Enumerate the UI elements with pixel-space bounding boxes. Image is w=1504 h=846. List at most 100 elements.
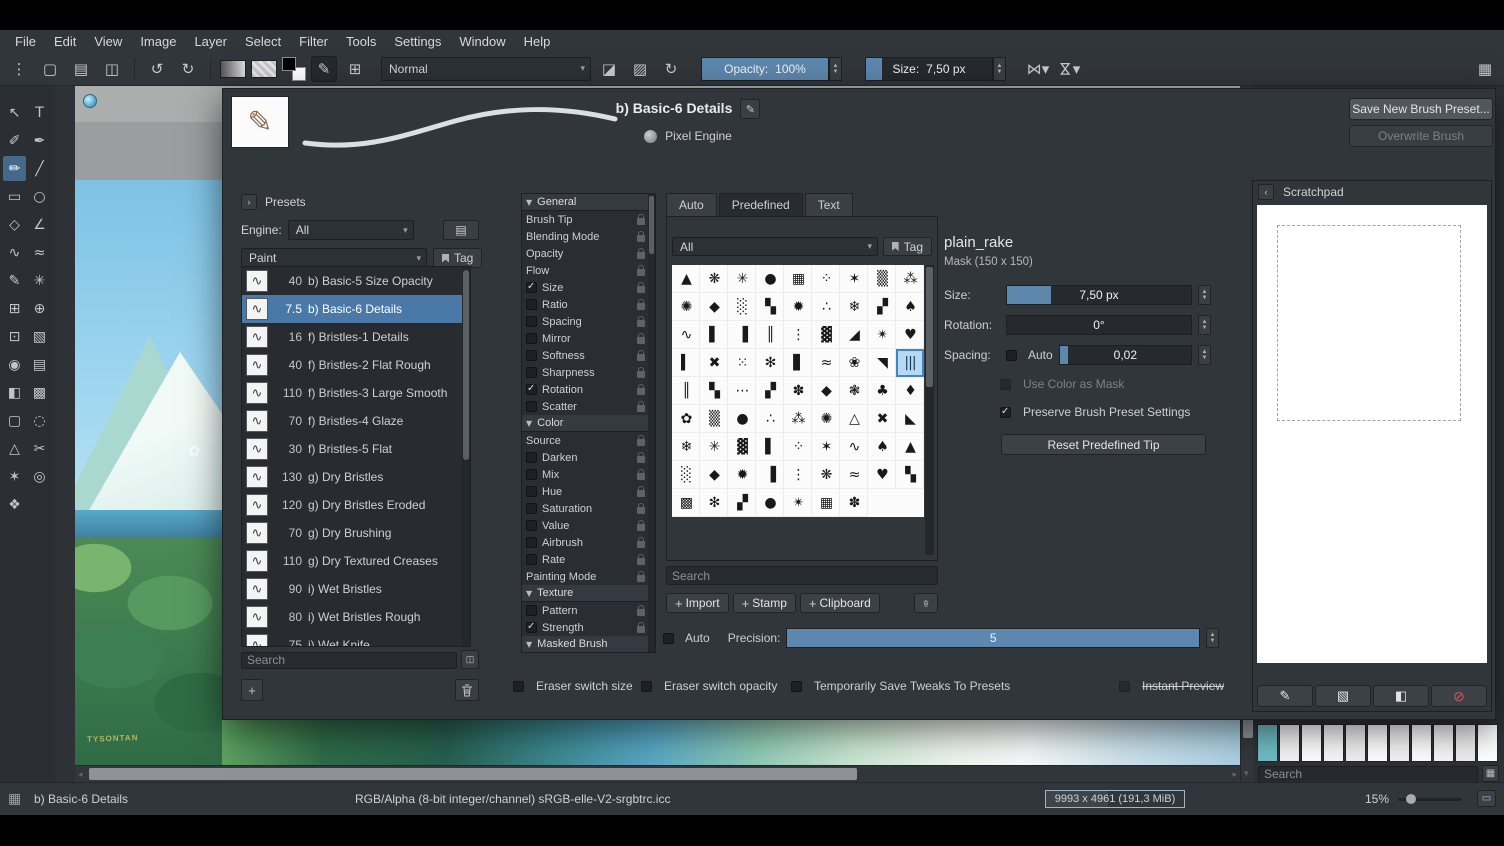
brush-size-spinner[interactable]: ▲▼ [993, 57, 1006, 81]
foreground-color-swatch[interactable] [282, 57, 296, 71]
preset-row[interactable]: ∿30f) Bristles-5 Flat [242, 435, 470, 463]
preset-row[interactable]: ∿75i) Wet Knife [242, 631, 470, 647]
brush-tip-tile[interactable]: ▞ [868, 293, 896, 321]
preset-chooser-icon[interactable]: ⊞ [342, 56, 368, 82]
scratchpad-paint-button[interactable]: ✎ [1257, 685, 1313, 707]
rectangular-selection-tool[interactable]: ▢ [3, 408, 26, 433]
option-checkbox[interactable] [526, 503, 537, 514]
brush-tip-tile[interactable]: ♠ [896, 293, 924, 321]
brush-tip-tile[interactable]: ♠ [868, 433, 896, 461]
brush-tip-tile[interactable]: ▚ [896, 461, 924, 489]
blending-mode-select[interactable]: Normal▾ [381, 57, 591, 81]
calligraphy-tool[interactable]: ✒ [28, 128, 51, 153]
brush-tip-tile[interactable]: ▌ [756, 433, 784, 461]
option-row[interactable]: Pattern [522, 602, 655, 619]
fg-bg-colors[interactable] [282, 57, 306, 81]
horizontal-scroll-thumb[interactable] [89, 768, 857, 780]
brush-tip-tile[interactable]: ▩ [672, 489, 700, 517]
opacity-slider[interactable]: Opacity:100% ▲▼ [701, 57, 842, 81]
menu-item-image[interactable]: Image [131, 32, 185, 51]
selection-mode-icon[interactable]: ▦ [8, 790, 21, 807]
brush-tip-tile[interactable]: ▲ [672, 265, 700, 293]
pattern-swatch[interactable] [251, 60, 277, 78]
collapse-scratchpad-icon[interactable]: ‹ [1258, 184, 1274, 200]
save-search-icon[interactable]: ◫ [461, 650, 479, 669]
preset-row[interactable]: ∿70f) Bristles-4 Glaze [242, 407, 470, 435]
enclose-fill-tool[interactable]: ▩ [28, 380, 51, 405]
brush-tip-tile[interactable]: ✶ [812, 433, 840, 461]
brush-tip-tile[interactable]: ▓ [812, 321, 840, 349]
option-row[interactable]: Painting Mode [522, 568, 655, 585]
precision-auto-checkbox[interactable] [663, 633, 674, 644]
tag-button[interactable]: Tag [433, 248, 482, 268]
brush-tip-tile[interactable]: ✹ [728, 461, 756, 489]
gradient-tool[interactable]: ▧ [28, 324, 51, 349]
brush-tip-tile[interactable]: ║ [756, 321, 784, 349]
brush-tip-tile[interactable]: ❋ [700, 265, 728, 293]
preset-row[interactable]: ∿130g) Dry Bristles [242, 463, 470, 491]
option-row[interactable]: Strength [522, 619, 655, 636]
canvas-only-mode-icon[interactable]: ▭ [1477, 790, 1496, 807]
text-tool[interactable]: T [28, 100, 51, 125]
delete-preset-button[interactable] [455, 679, 479, 701]
preset-thumbnail[interactable] [1433, 724, 1454, 762]
brush-tip-tile[interactable]: ✳ [700, 433, 728, 461]
preset-view-mode-button[interactable]: ▤ [443, 220, 479, 240]
option-section-header[interactable]: ▼Color [522, 415, 655, 432]
transform-tool[interactable]: ⊞ [3, 296, 26, 321]
option-checkbox[interactable] [526, 401, 537, 412]
brush-tip-tile[interactable]: ▓ [728, 433, 756, 461]
engine-filter-select[interactable]: All▾ [288, 220, 414, 240]
toolbar-handle-icon[interactable]: ⋮ [6, 56, 32, 82]
add-preset-button[interactable]: + [241, 679, 263, 701]
opacity-spinner[interactable]: ▲▼ [829, 57, 842, 81]
brush-tip-tile[interactable]: ✶ [840, 265, 868, 293]
fill-tool[interactable]: ◧ [3, 380, 26, 405]
brush-tip-tile[interactable]: ≈ [812, 349, 840, 377]
reload-preset-icon[interactable]: ↻ [658, 56, 684, 82]
preset-thumbnail[interactable] [1345, 724, 1366, 762]
precision-spinner[interactable]: ▲▼ [1206, 628, 1219, 648]
option-checkbox[interactable] [526, 452, 537, 463]
brush-size-slider[interactable]: Size:7,50 px ▲▼ [865, 57, 1006, 81]
polygon-tool[interactable]: ◇ [3, 212, 26, 237]
brush-tip-tile[interactable]: ◢ [840, 321, 868, 349]
option-section-header[interactable]: ▼Texture [522, 585, 655, 602]
tab-predefined[interactable]: Predefined [719, 193, 803, 216]
option-row[interactable]: Airbrush [522, 534, 655, 551]
option-row[interactable]: Blending Mode [522, 228, 655, 245]
move-tool[interactable]: ⊕ [28, 296, 51, 321]
tip-spacing-slider[interactable]: 0,02 [1059, 345, 1192, 365]
open-document-icon[interactable]: ▤ [68, 56, 94, 82]
brush-tip-tile[interactable]: ◆ [700, 293, 728, 321]
brush-tip-tile[interactable]: ❀ [840, 349, 868, 377]
redo-icon[interactable]: ↻ [175, 56, 201, 82]
color-sampler-tool[interactable]: ◉ [3, 352, 26, 377]
brush-tip-tile[interactable]: ❄ [840, 293, 868, 321]
menu-item-file[interactable]: File [6, 32, 45, 51]
stamp-tip-button[interactable]: +Stamp [733, 593, 796, 613]
option-checkbox[interactable] [526, 554, 537, 565]
scratchpad-clear-button[interactable]: ⊘ [1431, 685, 1487, 707]
brush-tip-tile[interactable]: ║ [672, 377, 700, 405]
eraser-switch-opacity-checkbox[interactable] [641, 681, 652, 692]
option-row[interactable]: Spacing [522, 313, 655, 330]
tip-search-input[interactable] [666, 566, 938, 585]
option-checkbox[interactable] [526, 520, 537, 531]
brush-tip-tile[interactable]: ∴ [756, 405, 784, 433]
tip-size-slider[interactable]: 7,50 px [1006, 285, 1192, 305]
menu-item-filter[interactable]: Filter [290, 32, 337, 51]
preset-row[interactable]: ∿120g) Dry Bristles Eroded [242, 491, 470, 519]
brush-tip-tile[interactable]: ✺ [672, 293, 700, 321]
brush-tip-tile[interactable]: ▋ [784, 349, 812, 377]
options-scrollbar[interactable] [648, 194, 655, 652]
brush-tip-tile[interactable]: ∴ [812, 293, 840, 321]
option-row[interactable]: Softness [522, 347, 655, 364]
option-row[interactable]: Rotation [522, 381, 655, 398]
scratchpad-canvas[interactable] [1257, 205, 1487, 663]
brush-tip-tile[interactable]: ❄ [672, 433, 700, 461]
save-new-brush-preset-button[interactable]: Save New Brush Preset... [1349, 98, 1493, 120]
eraser-icon[interactable]: ◪ [596, 56, 622, 82]
preset-thumbnail[interactable] [1301, 724, 1322, 762]
mirror-vertical-icon[interactable]: ⋈▾ [1056, 56, 1082, 82]
